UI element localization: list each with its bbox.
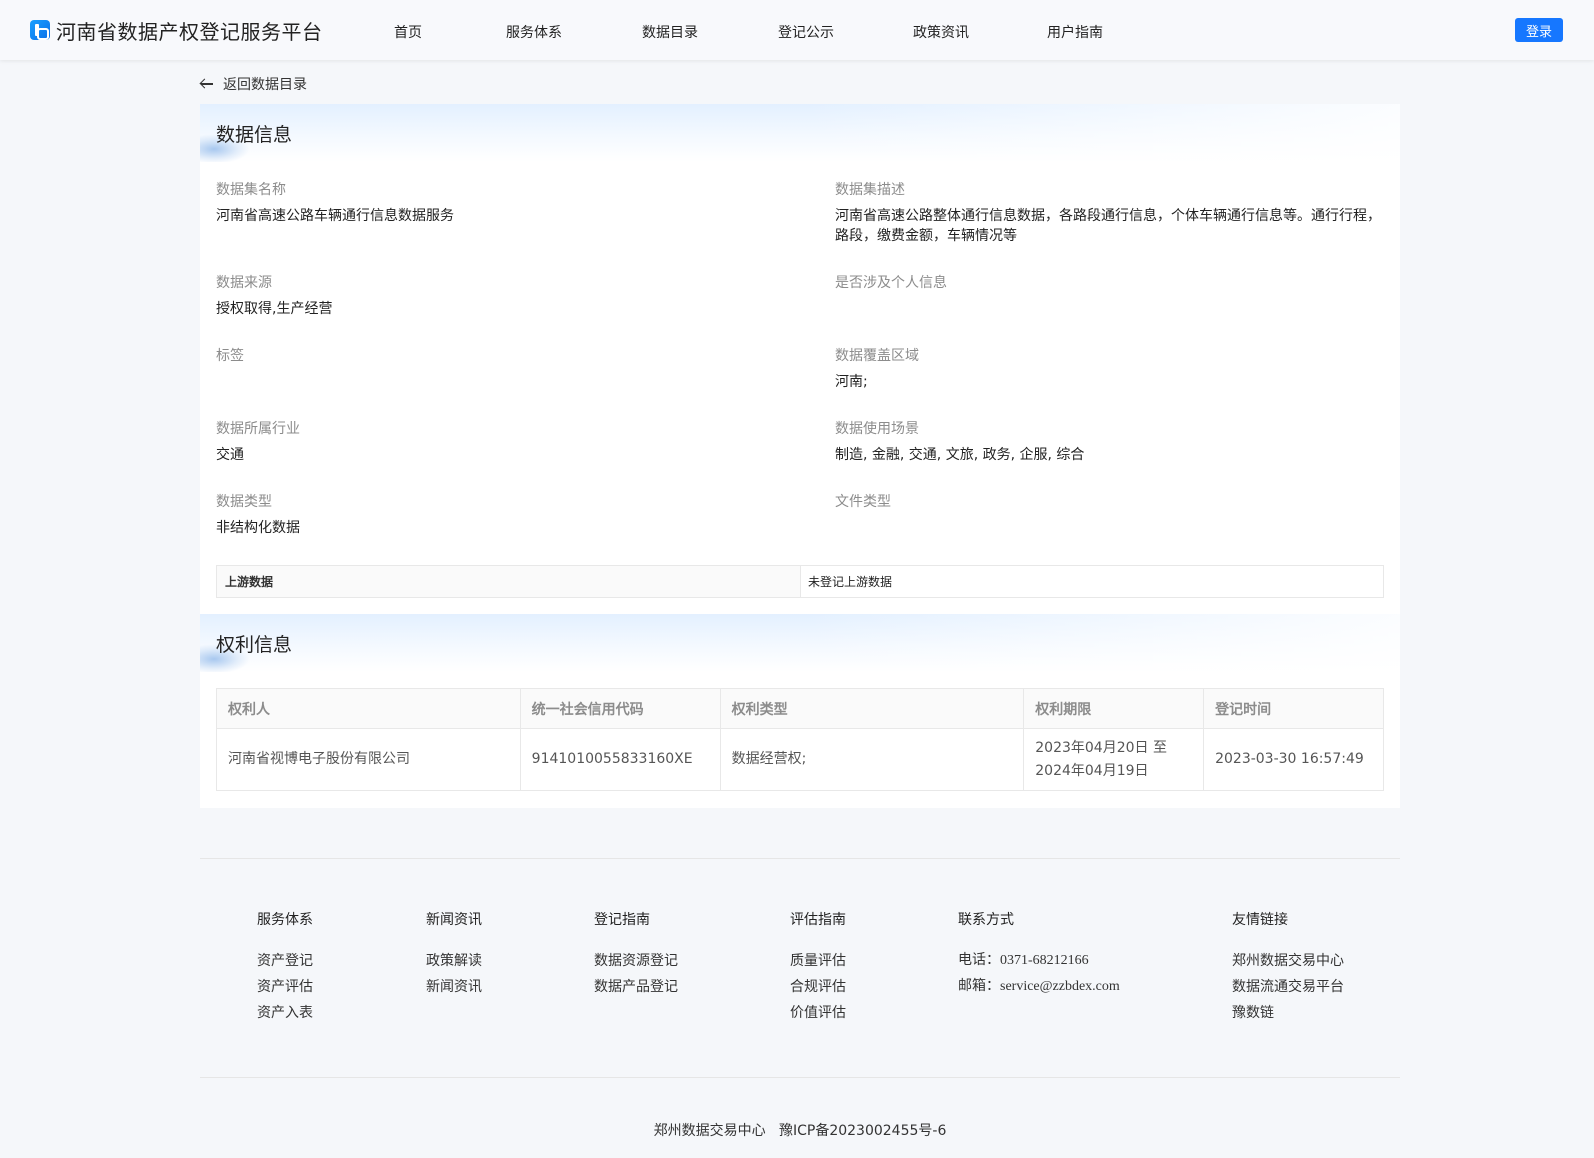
field-value: 交通 — [216, 447, 244, 463]
footer-col-title: 新闻资讯 — [426, 912, 482, 928]
footer-link[interactable]: 政策解读 — [426, 948, 482, 974]
field-value: 授权取得,生产经营 — [216, 301, 333, 317]
back-to-catalog-link[interactable]: 返回数据目录 — [200, 74, 307, 94]
field-file-type: 文件类型 — [835, 492, 1415, 518]
field-value: 制造, 金融, 交通, 文旅, 政务, 企服, 综合 — [835, 447, 1085, 463]
field-coverage-area: 数据覆盖区域 河南; — [835, 346, 1415, 392]
site-title: 河南省数据产权登记服务平台 — [56, 19, 323, 44]
footer-col-title: 评估指南 — [790, 912, 846, 928]
footer-col-assess-guide: 评估指南 质量评估 合规评估 价值评估 — [790, 910, 846, 1026]
field-value: 河南省高速公路车辆通行信息数据服务 — [216, 208, 454, 224]
table-header-row: 权利人 统一社会信用代码 权利类型 权利期限 登记时间 — [216, 688, 1384, 729]
footer-link[interactable]: 资产入表 — [257, 1000, 313, 1026]
footer-col-news: 新闻资讯 政策解读 新闻资讯 — [426, 910, 482, 1000]
field-dataset-description: 数据集描述 河南省高速公路整体通行信息数据，各路段通行信息，个体车辆通行信息等。… — [835, 180, 1387, 246]
field-value: 河南; — [835, 374, 868, 390]
rights-table: 权利人 统一社会信用代码 权利类型 权利期限 登记时间 河南省视博电子股份有限公… — [216, 688, 1384, 791]
footer-divider — [200, 1077, 1400, 1078]
field-label: 文件类型 — [835, 494, 891, 510]
col-header-right-type: 权利类型 — [719, 688, 1025, 729]
footer-col-friend-links: 友情链接 郑州数据交易中心 数据流通交易平台 豫数链 — [1232, 910, 1344, 1026]
nav-user-guide[interactable]: 用户指南 — [1047, 22, 1103, 42]
footer-col-title: 友情链接 — [1232, 912, 1288, 928]
footer-link[interactable]: 豫数链 — [1232, 1000, 1344, 1026]
copyright-text: 郑州数据交易中心 豫ICP备2023002455号-6 — [653, 1123, 947, 1139]
footer-col-service: 服务体系 资产登记 资产评估 资产入表 — [257, 910, 313, 1026]
col-header-period: 权利期限 — [1023, 688, 1205, 729]
data-info-header: 数据信息 — [200, 104, 1400, 162]
field-label: 数据来源 — [216, 275, 272, 291]
contact-email[interactable]: 邮箱：service@zzbdex.com — [958, 974, 1120, 1000]
nav-registration-notice[interactable]: 登记公示 — [778, 22, 834, 42]
footer-col-register-guide: 登记指南 数据资源登记 数据产品登记 — [594, 910, 678, 1000]
rights-info-header: 权利信息 — [200, 614, 1400, 672]
col-header-registered-at: 登记时间 — [1203, 688, 1384, 729]
footer-link[interactable]: 数据资源登记 — [594, 948, 678, 974]
brand[interactable]: 河南省数据产权登记服务平台 — [30, 14, 323, 46]
nav-data-catalog[interactable]: 数据目录 — [642, 22, 698, 42]
section-title-data-info: 数据信息 — [216, 124, 293, 146]
detail-panel: 数据信息 数据集名称 河南省高速公路车辆通行信息数据服务 数据集描述 河南省高速… — [200, 104, 1400, 808]
field-label: 数据覆盖区域 — [835, 348, 919, 364]
footer-link[interactable]: 资产评估 — [257, 974, 313, 1000]
nav-service-system[interactable]: 服务体系 — [506, 22, 562, 42]
footer-link[interactable]: 合规评估 — [790, 974, 846, 1000]
platform-logo-icon — [30, 20, 50, 40]
field-label: 标签 — [216, 348, 244, 364]
field-value: 非结构化数据 — [216, 520, 300, 536]
field-usage-scenarios: 数据使用场景 制造, 金融, 交通, 文旅, 政务, 企服, 综合 — [835, 419, 1415, 465]
footer-link[interactable]: 资产登记 — [257, 948, 313, 974]
upstream-data-table: 上游数据 未登记上游数据 — [216, 565, 1384, 598]
footer-link[interactable]: 质量评估 — [790, 948, 846, 974]
footer-col-contact: 联系方式 电话：0371-68212166 邮箱：service@zzbdex.… — [958, 910, 1120, 1000]
cell-period: 2023年04月20日 至 2024年04月19日 — [1023, 728, 1205, 791]
arrow-left-icon — [200, 77, 214, 91]
field-label: 数据使用场景 — [835, 421, 919, 437]
footer-link[interactable]: 新闻资讯 — [426, 974, 482, 1000]
field-personal-info: 是否涉及个人信息 — [835, 273, 1415, 299]
field-value: 河南省高速公路整体通行信息数据，各路段通行信息，个体车辆通行信息等。通行行程，路… — [835, 208, 1381, 244]
footer-link[interactable]: 数据流通交易平台 — [1232, 974, 1344, 1000]
field-dataset-name: 数据集名称 河南省高速公路车辆通行信息数据服务 — [216, 180, 796, 226]
top-navbar: 河南省数据产权登记服务平台 首页 服务体系 数据目录 登记公示 政策资讯 用户指… — [0, 0, 1594, 60]
cell-registered-at: 2023-03-30 16:57:49 — [1203, 728, 1384, 791]
cell-right-type: 数据经营权; — [719, 728, 1025, 791]
header-fade — [800, 104, 1400, 162]
footer-link[interactable]: 数据产品登记 — [594, 974, 678, 1000]
nav-home[interactable]: 首页 — [394, 22, 422, 42]
field-industry: 数据所属行业 交通 — [216, 419, 796, 465]
field-label: 是否涉及个人信息 — [835, 275, 947, 291]
table-row: 河南省视博电子股份有限公司 9141010055833160XE 数据经营权; … — [216, 728, 1384, 791]
period-end: 2024年04月19日 — [1035, 762, 1149, 779]
footer-link[interactable]: 价值评估 — [790, 1000, 846, 1026]
footer-col-title: 服务体系 — [257, 912, 313, 928]
header-fade — [800, 614, 1400, 672]
field-label: 数据类型 — [216, 494, 272, 510]
footer-divider — [200, 858, 1400, 859]
upstream-data-value: 未登记上游数据 — [808, 575, 893, 589]
login-button[interactable]: 登录 — [1515, 18, 1563, 42]
nav-policy-news[interactable]: 政策资讯 — [913, 22, 969, 42]
footer-col-title: 登记指南 — [594, 912, 650, 928]
cell-holder: 河南省视博电子股份有限公司 — [216, 728, 521, 791]
footer-col-title: 联系方式 — [958, 912, 1014, 928]
contact-phone: 电话：0371-68212166 — [958, 953, 1089, 968]
field-label: 数据集描述 — [835, 182, 905, 198]
field-label: 数据所属行业 — [216, 421, 300, 437]
cell-credit-code: 9141010055833160XE — [519, 728, 721, 791]
section-title-rights-info: 权利信息 — [216, 634, 293, 656]
field-data-type: 数据类型 非结构化数据 — [216, 492, 796, 538]
period-start: 2023年04月20日 至 — [1035, 739, 1167, 756]
upstream-data-key: 上游数据 — [217, 566, 801, 597]
field-tags: 标签 — [216, 346, 796, 372]
field-label: 数据集名称 — [216, 182, 286, 198]
back-label: 返回数据目录 — [223, 77, 307, 93]
field-data-source: 数据来源 授权取得,生产经营 — [216, 273, 796, 319]
col-header-credit-code: 统一社会信用代码 — [519, 688, 721, 729]
col-header-holder: 权利人 — [216, 688, 521, 729]
footer-link[interactable]: 郑州数据交易中心 — [1232, 948, 1344, 974]
